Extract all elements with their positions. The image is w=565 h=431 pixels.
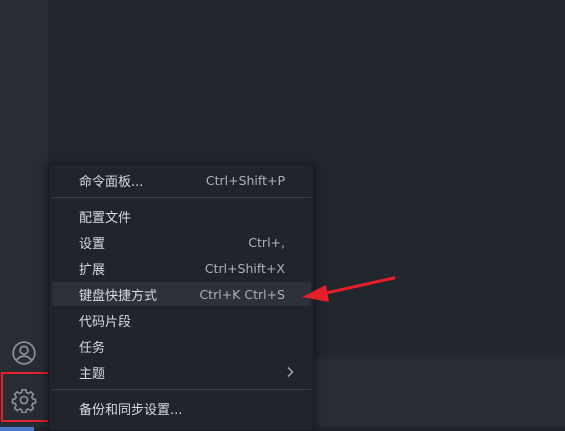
menu-separator [52,197,311,198]
menu-item-shortcut: Ctrl+Shift+P [205,172,285,188]
menu-separator [52,389,311,390]
menu-item-shortcut: Ctrl+Shift+X [204,260,285,276]
menu-item-label: 设置 [79,236,106,252]
menu-item-label: 配置文件 [79,210,132,226]
menu-item-command-palette[interactable]: 命令面板... Ctrl+Shift+P [52,168,311,192]
manage-context-menu: 命令面板... Ctrl+Shift+P 配置文件 设置 Ctrl+, 扩展 C… [48,164,314,431]
menu-item-label: 扩展 [79,262,106,278]
menu-item-label: 主题 [79,366,106,382]
menu-item-label: 代码片段 [79,314,132,330]
menu-item-label: 键盘快捷方式 [79,288,158,304]
menu-item-label: 命令面板... [79,174,144,190]
activity-bar [0,0,48,427]
menu-item-shortcut: Ctrl+K Ctrl+S [199,286,285,302]
menu-item-tasks[interactable]: 任务 [52,334,311,358]
menu-item-themes[interactable]: 主题 [52,360,311,384]
menu-item-settings[interactable]: 设置 Ctrl+, [52,230,311,254]
chevron-right-icon [287,367,294,377]
menu-item-shortcut: Ctrl+, [248,234,285,250]
menu-item-backup-sync[interactable]: 备份和同步设置... [52,396,311,420]
menu-item-extensions[interactable]: 扩展 Ctrl+Shift+X [52,256,311,280]
menu-item-keyboard-shortcuts[interactable]: 键盘快捷方式 Ctrl+K Ctrl+S [52,282,311,306]
status-bar-remote-indicator[interactable] [0,427,34,431]
menu-item-snippets[interactable]: 代码片段 [52,308,311,332]
menu-item-profiles[interactable]: 配置文件 [52,204,311,228]
menu-item-label: 备份和同步设置... [79,402,183,418]
annotation-arrow [302,276,396,302]
menu-item-label: 任务 [79,340,106,356]
account-icon[interactable] [9,338,39,368]
